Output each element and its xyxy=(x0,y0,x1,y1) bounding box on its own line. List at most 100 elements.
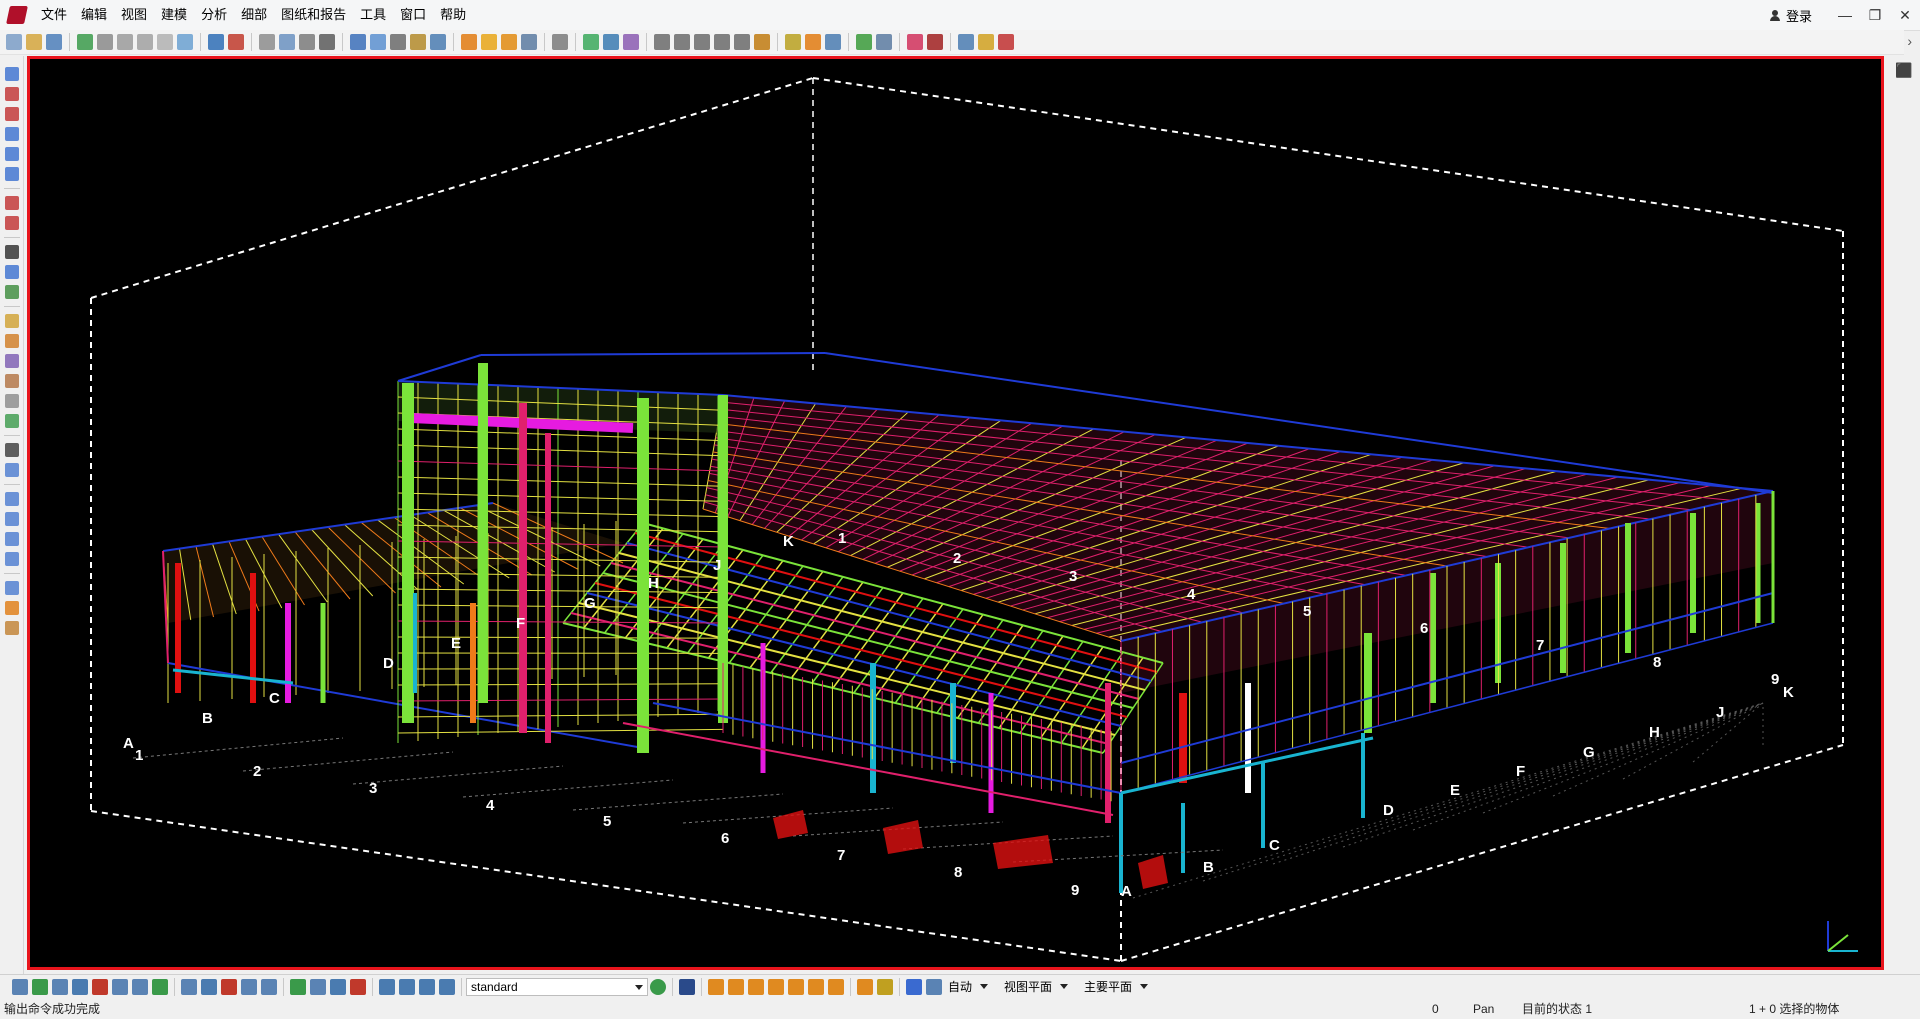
view-cube-icon[interactable]: ⬛ xyxy=(1894,60,1914,80)
select-filter-13-icon[interactable] xyxy=(261,978,277,995)
group-icon[interactable] xyxy=(4,414,19,428)
grid-line-icon[interactable] xyxy=(674,34,690,50)
drawing-yellow-icon[interactable] xyxy=(481,34,497,50)
menu-modeling[interactable]: 建模 xyxy=(154,0,194,30)
share-icon[interactable] xyxy=(77,34,93,50)
model-grey2-icon[interactable] xyxy=(137,34,153,50)
select-mode-2-icon[interactable] xyxy=(399,978,415,995)
snap-icon[interactable] xyxy=(430,34,446,50)
part-icon[interactable] xyxy=(4,394,19,408)
catalog-icon[interactable] xyxy=(876,34,892,50)
polybeam-icon[interactable] xyxy=(4,532,19,546)
drawing-orange-icon[interactable] xyxy=(461,34,477,50)
select-filter-1-icon[interactable] xyxy=(12,978,28,995)
snap-3-icon[interactable] xyxy=(748,978,764,995)
red-app-icon[interactable] xyxy=(998,34,1014,50)
bent-plate-icon[interactable] xyxy=(4,512,19,526)
user-mode-icon[interactable] xyxy=(623,34,639,50)
select-filter-5-icon[interactable] xyxy=(92,978,108,995)
select-mode-1-icon[interactable] xyxy=(379,978,395,995)
select-filter-6-icon[interactable] xyxy=(112,978,128,995)
explode-icon[interactable] xyxy=(4,443,19,457)
tool-edge-icon[interactable] xyxy=(714,34,730,50)
assign-icon[interactable] xyxy=(825,34,841,50)
clash-icon[interactable] xyxy=(805,34,821,50)
model-grey3-icon[interactable] xyxy=(157,34,173,50)
redo-icon[interactable] xyxy=(228,34,244,50)
model-viewport[interactable]: 1 2 3 4 5 6 7 8 9 1 2 3 4 5 6 7 8 9 A B C D E F G H J K A B C D E F G H J K xyxy=(27,56,1884,970)
tool-stamp-icon[interactable] xyxy=(754,34,770,50)
select-filter-15-icon[interactable] xyxy=(310,978,326,995)
menu-help[interactable]: 帮助 xyxy=(433,0,473,30)
new-file-icon[interactable] xyxy=(6,34,22,50)
properties-icon[interactable] xyxy=(319,34,335,50)
menu-tools[interactable]: 工具 xyxy=(353,0,393,30)
cut-icon[interactable] xyxy=(410,34,426,50)
auto-dropdown[interactable]: 自动 xyxy=(948,978,996,995)
yellow-run-icon[interactable] xyxy=(978,34,994,50)
menu-analysis[interactable]: 分析 xyxy=(194,0,234,30)
filter-settings-icon[interactable] xyxy=(650,978,666,995)
login-button[interactable]: 登录 xyxy=(1769,6,1812,25)
select-filter-14-icon[interactable] xyxy=(290,978,306,995)
restore-button[interactable]: ❐ xyxy=(1860,7,1890,24)
drawing-list-icon[interactable] xyxy=(521,34,537,50)
line-tool4-icon[interactable] xyxy=(4,127,19,141)
move-icon[interactable] xyxy=(279,34,295,50)
view-window-icon[interactable] xyxy=(350,34,366,50)
ref-model-icon[interactable] xyxy=(583,34,599,50)
point-tool-icon[interactable] xyxy=(4,167,19,181)
red-people-icon[interactable] xyxy=(927,34,943,50)
curve-beam-icon[interactable] xyxy=(4,552,19,566)
select-filter-11-icon[interactable] xyxy=(221,978,237,995)
select-filter-17-icon[interactable] xyxy=(350,978,366,995)
model-box-icon[interactable] xyxy=(177,34,193,50)
select-mode-4-icon[interactable] xyxy=(439,978,455,995)
circle-tool-icon[interactable] xyxy=(4,216,19,230)
line-tool3-icon[interactable] xyxy=(4,107,19,121)
line-tool2-icon[interactable] xyxy=(4,87,19,101)
dimension-icon[interactable] xyxy=(694,34,710,50)
snap-7-icon[interactable] xyxy=(828,978,844,995)
material-icon[interactable] xyxy=(4,374,19,388)
plate-icon[interactable] xyxy=(4,314,19,328)
select-filter-9-icon[interactable] xyxy=(181,978,197,995)
view-plane-dropdown[interactable]: 视图平面 xyxy=(1004,978,1076,995)
menu-window[interactable]: 窗口 xyxy=(393,0,433,30)
copy-special-icon[interactable] xyxy=(259,34,275,50)
3d-model-scene[interactable]: 1 2 3 4 5 6 7 8 9 1 2 3 4 5 6 7 8 9 A B C D E F G H J K A B C D E F G H J K xyxy=(30,59,1881,967)
model-grey-icon[interactable] xyxy=(117,34,133,50)
minimize-button[interactable]: — xyxy=(1830,7,1860,23)
select-pointer-icon[interactable] xyxy=(679,978,695,995)
spiral-icon[interactable] xyxy=(4,581,19,595)
select-filter-7-icon[interactable] xyxy=(132,978,148,995)
save-icon[interactable] xyxy=(46,34,62,50)
profile-icon[interactable] xyxy=(4,265,19,279)
select-filter-4-icon[interactable] xyxy=(72,978,88,995)
menu-detailing[interactable]: 细部 xyxy=(234,0,274,30)
column-icon[interactable] xyxy=(4,334,19,348)
view-list-icon[interactable] xyxy=(390,34,406,50)
snap-5-icon[interactable] xyxy=(788,978,804,995)
menu-drawings-reports[interactable]: 图纸和报告 xyxy=(274,0,353,30)
tool-arc-icon[interactable] xyxy=(734,34,750,50)
ref-model2-icon[interactable] xyxy=(603,34,619,50)
snap-6-icon[interactable] xyxy=(808,978,824,995)
binoculars-icon[interactable] xyxy=(4,245,19,259)
main-plane-dropdown[interactable]: 主要平面 xyxy=(1084,978,1154,995)
select-filter-8-icon[interactable] xyxy=(152,978,168,995)
line-tool5-icon[interactable] xyxy=(4,147,19,161)
app-logo-icon[interactable] xyxy=(6,6,28,24)
select-filter-2-icon[interactable] xyxy=(32,978,48,995)
snap-4-icon[interactable] xyxy=(768,978,784,995)
open-folder-icon[interactable] xyxy=(26,34,42,50)
menu-view[interactable]: 视图 xyxy=(114,0,154,30)
snap-override-icon[interactable] xyxy=(857,978,873,995)
menu-edit[interactable]: 编辑 xyxy=(74,0,114,30)
select-filter-3-icon[interactable] xyxy=(52,978,68,995)
snap-2-icon[interactable] xyxy=(728,978,744,995)
select-filter-12-icon[interactable] xyxy=(241,978,257,995)
double-chevron-icon[interactable] xyxy=(958,34,974,50)
bolt-icon[interactable] xyxy=(4,285,19,299)
copy-icon[interactable] xyxy=(299,34,315,50)
